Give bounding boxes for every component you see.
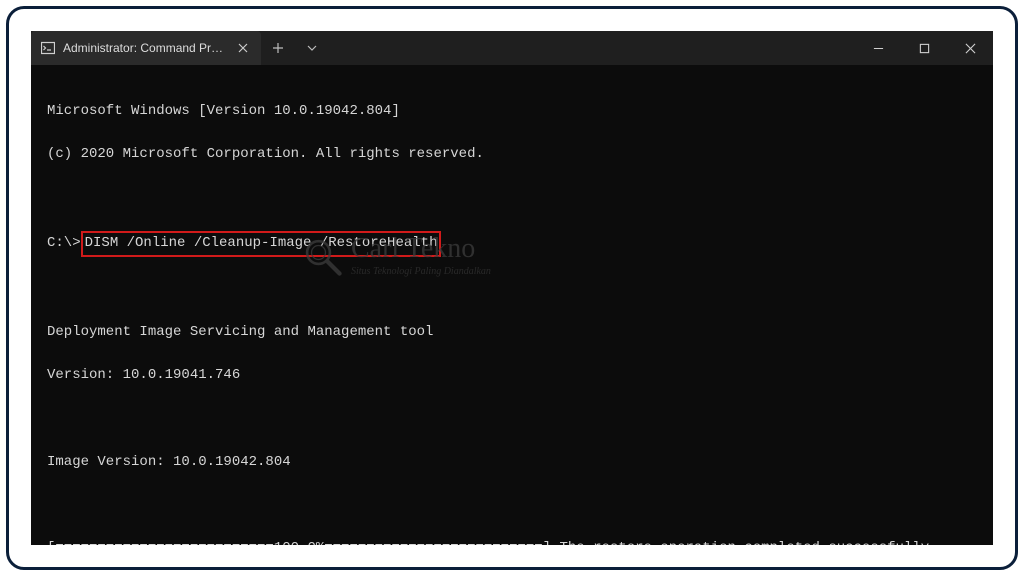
windows-version-line: Microsoft Windows [Version 10.0.19042.80…: [47, 101, 977, 123]
dism-title-line: Deployment Image Servicing and Managemen…: [47, 322, 977, 344]
blank-line: [47, 278, 977, 300]
tab-dropdown-button[interactable]: [295, 31, 329, 65]
cmd-icon: [41, 41, 55, 55]
command-highlight: DISM /Online /Cleanup-Image /RestoreHeal…: [81, 231, 442, 257]
watermark-subtitle: Situs Teknologi Paling Diandalkan: [351, 267, 491, 277]
command-line: C:\>DISM /Online /Cleanup-Image /Restore…: [47, 231, 977, 257]
image-version-line: Image Version: 10.0.19042.804: [47, 452, 977, 474]
tab-close-icon[interactable]: [235, 40, 251, 56]
dism-version-line: Version: 10.0.19041.746: [47, 365, 977, 387]
outer-frame: Administrator: Command Prompt: [6, 6, 1018, 570]
progress-line: [==========================100.0%=======…: [47, 538, 977, 545]
blank-line: [47, 187, 977, 209]
titlebar: Administrator: Command Prompt: [31, 31, 993, 65]
prompt-text: C:\>: [47, 233, 81, 255]
tab-actions: [261, 31, 329, 65]
new-tab-button[interactable]: [261, 31, 295, 65]
window-controls: [855, 31, 993, 65]
dism-command: DISM /Online /Cleanup-Image /RestoreHeal…: [85, 235, 438, 251]
terminal-window: Administrator: Command Prompt: [31, 31, 993, 545]
blank-line: [47, 495, 977, 517]
copyright-line: (c) 2020 Microsoft Corporation. All righ…: [47, 144, 977, 166]
minimize-button[interactable]: [855, 31, 901, 65]
terminal-body[interactable]: Microsoft Windows [Version 10.0.19042.80…: [31, 65, 993, 545]
close-button[interactable]: [947, 31, 993, 65]
tab-command-prompt[interactable]: Administrator: Command Prompt: [31, 31, 261, 65]
maximize-button[interactable]: [901, 31, 947, 65]
blank-line: [47, 408, 977, 430]
tab-title: Administrator: Command Prompt: [63, 41, 227, 55]
